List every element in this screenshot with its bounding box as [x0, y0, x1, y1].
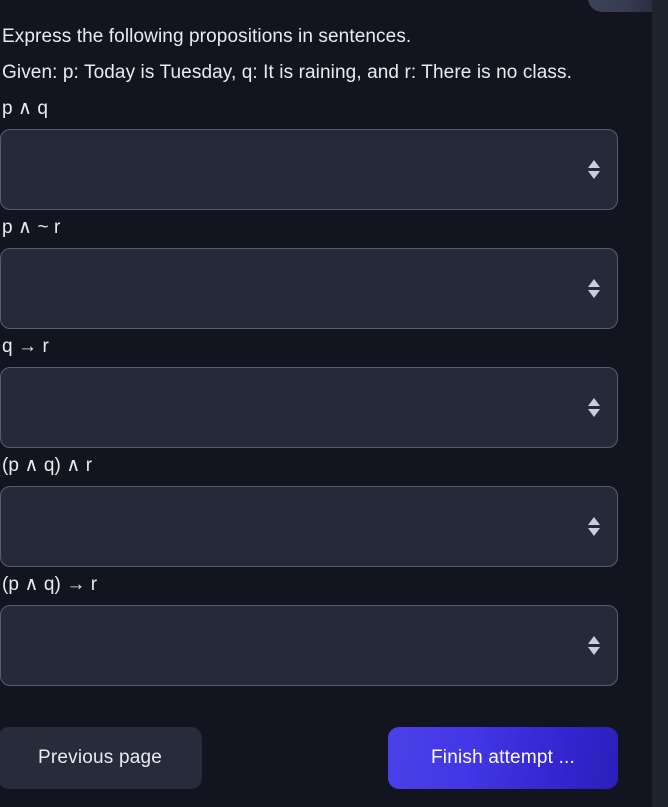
answer-select[interactable] — [0, 129, 618, 210]
proposition-label: (p ∧ q) → r — [2, 574, 98, 595]
finish-attempt-button[interactable]: Finish attempt ... — [388, 727, 618, 789]
answer-select[interactable] — [0, 367, 618, 448]
question-item: p ∧ ~ r — [0, 210, 618, 329]
question-item: p ∧ q — [0, 91, 618, 210]
answer-select-wrapper[interactable] — [0, 605, 618, 686]
page-root: Express the following propositions in se… — [0, 0, 668, 807]
question-content: Express the following propositions in se… — [0, 0, 652, 686]
previous-page-button[interactable]: Previous page — [0, 727, 202, 789]
proposition-label: p ∧ q — [2, 98, 49, 119]
proposition-label: q → r — [2, 336, 49, 357]
answer-select[interactable] — [0, 605, 618, 686]
question-item: (p ∧ q) ∧ r — [0, 448, 618, 567]
quiz-navigation-footer: Previous page Finish attempt ... — [0, 727, 652, 789]
proposition-label: p ∧ ~ r — [2, 217, 61, 238]
quiz-question-card: Express the following propositions in se… — [0, 0, 652, 807]
answer-select[interactable] — [0, 486, 618, 567]
answer-select-wrapper[interactable] — [0, 248, 618, 329]
answer-select-wrapper[interactable] — [0, 367, 618, 448]
answer-select-wrapper[interactable] — [0, 129, 618, 210]
question-item: q → r — [0, 329, 618, 448]
question-prompt-line-2: Given: p: Today is Tuesday, q: It is rai… — [2, 62, 572, 83]
question-prompt-line-1: Express the following propositions in se… — [2, 26, 412, 47]
question-item: (p ∧ q) → r — [0, 567, 618, 686]
answer-select[interactable] — [0, 248, 618, 329]
answer-select-wrapper[interactable] — [0, 486, 618, 567]
proposition-label: (p ∧ q) ∧ r — [2, 455, 93, 476]
